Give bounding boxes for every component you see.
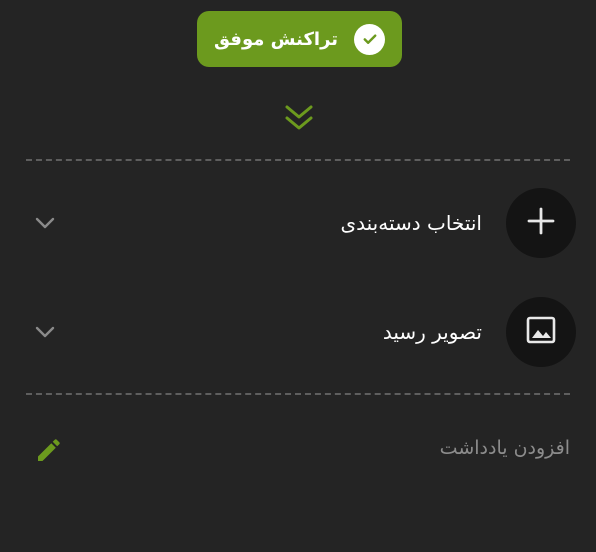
plus-icon [526, 206, 556, 240]
receipt-image-row[interactable]: تصویر رسید [26, 297, 576, 367]
expand-toggle-button[interactable] [280, 102, 318, 138]
check-circle-icon [354, 23, 386, 55]
category-select-row[interactable]: انتخاب دسته‌بندی [26, 188, 576, 258]
status-badge: تراکنش موفق [197, 11, 402, 67]
dashed-divider-top [26, 159, 570, 161]
double-chevron-down-icon [283, 103, 315, 137]
receipt-image-label: تصویر رسید [382, 320, 482, 344]
chevron-down-icon[interactable] [34, 321, 56, 343]
add-category-button[interactable] [506, 188, 576, 258]
status-badge-label: تراکنش موفق [213, 28, 339, 50]
pencil-icon[interactable] [32, 432, 66, 466]
note-row [26, 420, 570, 476]
image-icon [526, 316, 556, 348]
receipt-image-button[interactable] [506, 297, 576, 367]
chevron-down-icon[interactable] [34, 212, 56, 234]
note-input[interactable] [100, 420, 570, 476]
category-select-label: انتخاب دسته‌بندی [340, 211, 482, 235]
dashed-divider-bottom [26, 393, 570, 395]
